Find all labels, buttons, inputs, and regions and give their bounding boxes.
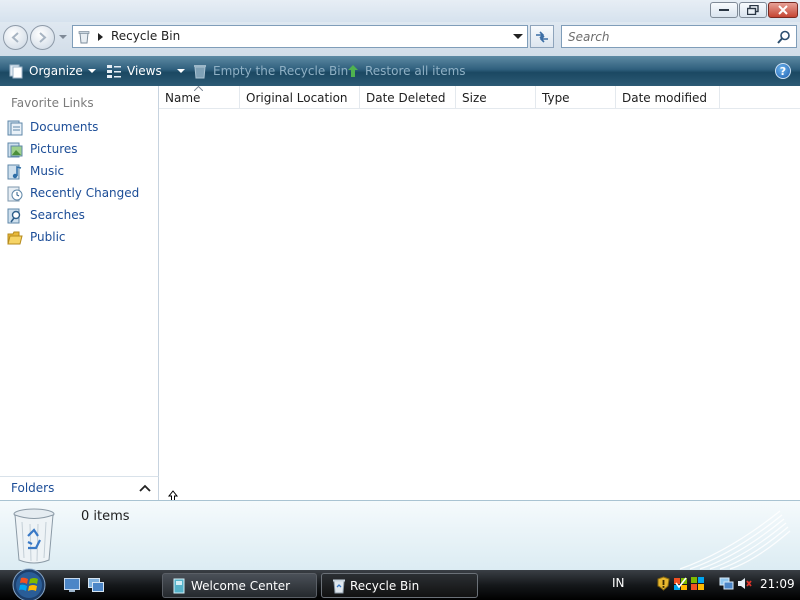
nav-item-documents[interactable]: Documents xyxy=(0,118,158,138)
restore-button[interactable] xyxy=(739,2,767,18)
nav-item-recently-changed[interactable]: Recently Changed xyxy=(0,184,158,204)
file-list[interactable]: Name Original Location Date Deleted Size… xyxy=(159,86,800,500)
decorative-swoosh xyxy=(679,510,791,570)
recently-changed-icon xyxy=(7,186,23,202)
column-size[interactable]: Size xyxy=(456,86,536,109)
minimize-icon xyxy=(719,9,729,11)
switch-windows-icon[interactable] xyxy=(88,578,104,592)
documents-icon xyxy=(7,120,23,136)
details-pane: 0 items xyxy=(0,500,800,570)
views-icon xyxy=(107,65,121,78)
show-desktop-icon[interactable] xyxy=(64,578,80,592)
column-type[interactable]: Type xyxy=(536,86,616,109)
nav-item-label: Recently Changed xyxy=(30,186,140,200)
views-button[interactable]: Views xyxy=(106,63,185,79)
breadcrumb-arrow-icon[interactable] xyxy=(97,32,105,42)
public-folder-icon xyxy=(7,231,23,245)
pictures-icon xyxy=(7,142,23,158)
nav-item-public[interactable]: Public xyxy=(0,228,158,248)
address-bar[interactable]: Recycle Bin xyxy=(72,25,528,48)
searches-icon xyxy=(7,208,21,224)
item-count: 0 items xyxy=(81,509,130,524)
organize-icon xyxy=(9,64,23,79)
chevron-up-icon[interactable] xyxy=(139,484,151,492)
taskbar-button-recycle-bin[interactable]: Recycle Bin xyxy=(321,573,478,598)
address-row: Recycle Bin Search xyxy=(0,22,800,56)
language-indicator[interactable]: IN xyxy=(612,576,625,590)
views-label: Views xyxy=(127,64,162,78)
nav-item-music[interactable]: Music xyxy=(0,162,158,182)
folders-label: Folders xyxy=(11,481,55,495)
nav-item-label: Public xyxy=(30,230,66,244)
taskbar-label: Welcome Center xyxy=(191,579,291,593)
music-icon xyxy=(7,164,22,180)
address-text: Recycle Bin xyxy=(111,29,181,43)
close-icon xyxy=(778,5,788,15)
restore-arrow-icon xyxy=(348,65,358,77)
search-input[interactable]: Search xyxy=(561,25,797,48)
recycle-bin-small-icon xyxy=(78,31,90,44)
taskbar-button-welcome-center[interactable]: Welcome Center xyxy=(162,573,317,598)
volume-muted-icon[interactable] xyxy=(737,576,752,591)
nav-item-searches[interactable]: Searches xyxy=(0,206,158,226)
forward-arrow-icon xyxy=(39,32,47,43)
security-center-icon[interactable] xyxy=(673,576,688,591)
column-original-location[interactable]: Original Location xyxy=(240,86,360,109)
column-label: Date modified xyxy=(622,91,708,105)
nav-item-label: Searches xyxy=(30,208,85,222)
folders-toggle[interactable]: Folders xyxy=(0,476,159,500)
forward-button[interactable] xyxy=(30,25,55,50)
recycle-bin-icon xyxy=(13,508,55,564)
recycle-bin-taskbar-icon xyxy=(333,579,345,594)
help-button[interactable]: ? xyxy=(775,63,791,79)
network-icon[interactable] xyxy=(719,576,734,591)
address-dropdown-icon[interactable] xyxy=(513,33,523,41)
back-arrow-icon xyxy=(11,32,19,43)
organize-caret-icon xyxy=(87,69,96,73)
refresh-button[interactable] xyxy=(530,25,554,48)
restore-all-label: Restore all items xyxy=(365,64,466,78)
refresh-icon xyxy=(536,30,548,43)
column-name[interactable]: Name xyxy=(159,86,240,109)
nav-item-pictures[interactable]: Pictures xyxy=(0,140,158,160)
restore-all-button[interactable]: Restore all items xyxy=(346,63,466,79)
title-bar xyxy=(0,0,800,22)
nav-item-label: Music xyxy=(30,164,65,178)
views-caret-icon xyxy=(176,69,185,73)
help-symbol: ? xyxy=(779,64,787,78)
organize-button[interactable]: Organize xyxy=(8,63,96,79)
column-header-row: Name Original Location Date Deleted Size… xyxy=(159,86,800,109)
windows-flag-icon[interactable] xyxy=(690,576,705,591)
recent-pages-dropdown-icon[interactable] xyxy=(58,32,68,42)
column-label: Original Location xyxy=(246,91,348,105)
column-label: Type xyxy=(542,91,570,105)
search-icon[interactable] xyxy=(777,30,791,44)
close-button[interactable] xyxy=(768,2,798,18)
empty-bin-label: Empty the Recycle Bin xyxy=(213,64,349,78)
search-placeholder: Search xyxy=(568,30,610,44)
column-date-modified[interactable]: Date modified xyxy=(616,86,720,109)
organize-label: Organize xyxy=(29,64,83,78)
empty-recycle-bin-button[interactable]: Empty the Recycle Bin xyxy=(192,63,348,79)
nav-item-label: Documents xyxy=(30,120,99,134)
command-bar: Organize Views Empty the Recycle Bin Res… xyxy=(0,56,800,86)
back-button[interactable] xyxy=(3,25,28,50)
navigation-pane: Favorite Links Documents Pictures Music xyxy=(0,86,159,476)
minimize-button[interactable] xyxy=(710,2,738,18)
restore-icon xyxy=(747,5,759,15)
empty-bin-icon xyxy=(194,65,206,79)
security-shield-icon[interactable] xyxy=(656,576,671,591)
nav-item-label: Pictures xyxy=(30,142,78,156)
start-button[interactable] xyxy=(9,568,49,600)
favorite-links-heading: Favorite Links xyxy=(11,96,94,110)
column-label: Size xyxy=(462,91,487,105)
column-date-deleted[interactable]: Date Deleted xyxy=(360,86,456,109)
column-label: Date Deleted xyxy=(366,91,446,105)
welcome-center-icon xyxy=(173,578,185,594)
clock[interactable]: 21:09 xyxy=(760,577,795,591)
taskbar-label: Recycle Bin xyxy=(350,579,420,593)
column-label: Name xyxy=(165,91,201,105)
